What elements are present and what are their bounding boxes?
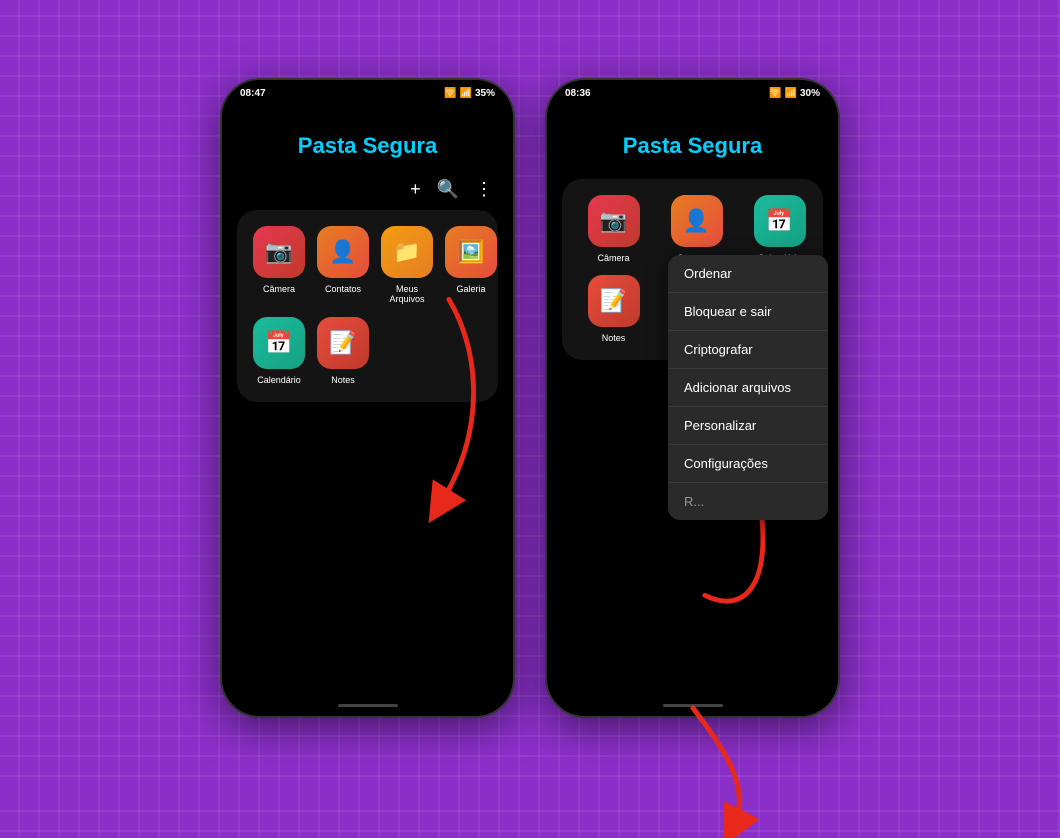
notes-icon-right: 📝 — [588, 275, 640, 327]
more-icon[interactable]: ⋮ — [475, 179, 493, 200]
time-right: 08:36 — [565, 88, 591, 99]
time-left: 08:47 — [240, 88, 266, 99]
notch-right — [687, 88, 699, 100]
camera-icon: 📷 — [253, 226, 305, 278]
notes-icon: 📝 — [317, 317, 369, 369]
camera-icon-right: 📷 — [588, 195, 640, 247]
calendar-icon-right: 📅 — [754, 195, 806, 247]
right-phone: 08:36 🛜 📶 30% Pasta Segura 📷 Câmera 👤 Co… — [545, 78, 840, 718]
gallery-icon: 🖼️ — [445, 226, 497, 278]
app-files[interactable]: 📁 Meus Arquivos — [381, 226, 433, 306]
app-contacts[interactable]: 👤 Contatos — [317, 226, 369, 306]
app-contacts-right[interactable]: 👤 Contato... — [661, 195, 732, 264]
files-icon: 📁 — [381, 226, 433, 278]
contacts-label: Contatos — [325, 284, 361, 295]
app-camera-right[interactable]: 📷 Câmera — [578, 195, 649, 264]
app-notes[interactable]: 📝 Notes — [317, 317, 369, 386]
menu-rascunho[interactable]: R... — [668, 483, 828, 520]
notes-label-right: Notes — [602, 333, 626, 344]
menu-criptografar[interactable]: Criptografar — [668, 331, 828, 369]
page-title-right: Pasta Segura — [547, 133, 838, 159]
contacts-icon-right: 👤 — [671, 195, 723, 247]
wifi-icon-right: 🛜 — [769, 88, 781, 99]
app-calendar-right[interactable]: 📅 Calendário — [744, 195, 815, 264]
left-phone: 08:47 🛜 📶 35% Pasta Segura + 🔍 ⋮ 📷 Câ — [220, 78, 515, 718]
calendar-icon: 📅 — [253, 317, 305, 369]
battery-right: 30% — [800, 88, 820, 99]
right-phone-wrapper: 08:36 🛜 📶 30% Pasta Segura 📷 Câmera 👤 Co… — [545, 78, 840, 718]
gallery-label: Galeria — [456, 284, 485, 295]
signal-icon-right: 📶 — [785, 88, 797, 99]
menu-bloquear[interactable]: Bloquear e sair — [668, 293, 828, 331]
app-gallery[interactable]: 🖼️ Galeria — [445, 226, 497, 306]
files-label: Meus Arquivos — [381, 284, 433, 306]
notes-label: Notes — [331, 375, 355, 386]
calendar-label: Calendário — [257, 375, 301, 386]
context-menu: Ordenar Bloquear e sair Criptografar Adi… — [668, 255, 828, 520]
app-camera[interactable]: 📷 Câmera — [253, 226, 305, 306]
menu-adicionar[interactable]: Adicionar arquivos — [668, 369, 828, 407]
notch — [362, 88, 374, 100]
add-icon[interactable]: + — [410, 179, 421, 200]
arrow-below-right — [593, 708, 793, 838]
camera-label: Câmera — [263, 284, 295, 295]
menu-ordenar[interactable]: Ordenar — [668, 255, 828, 293]
bottom-indicator-left — [338, 704, 398, 707]
signal-icon-left: 📶 — [460, 88, 472, 99]
apps-grid-left: 📷 Câmera 👤 Contatos 📁 Meus Arquivos 🖼️ G… — [237, 210, 498, 402]
toolbar-left: + 🔍 ⋮ — [222, 179, 513, 210]
bottom-bar-left — [222, 696, 513, 716]
battery-left: 35% — [475, 88, 495, 99]
menu-personalizar[interactable]: Personalizar — [668, 407, 828, 445]
app-calendar[interactable]: 📅 Calendário — [253, 317, 305, 386]
app-notes-right[interactable]: 📝 Notes — [578, 275, 649, 344]
search-icon[interactable]: 🔍 — [437, 179, 459, 200]
wifi-icon-left: 🛜 — [444, 88, 456, 99]
page-title-left: Pasta Segura — [222, 133, 513, 159]
left-phone-wrapper: 08:47 🛜 📶 35% Pasta Segura + 🔍 ⋮ 📷 Câ — [220, 78, 515, 718]
menu-configuracoes[interactable]: Configurações — [668, 445, 828, 483]
contacts-icon: 👤 — [317, 226, 369, 278]
camera-label-right: Câmera — [597, 253, 629, 264]
